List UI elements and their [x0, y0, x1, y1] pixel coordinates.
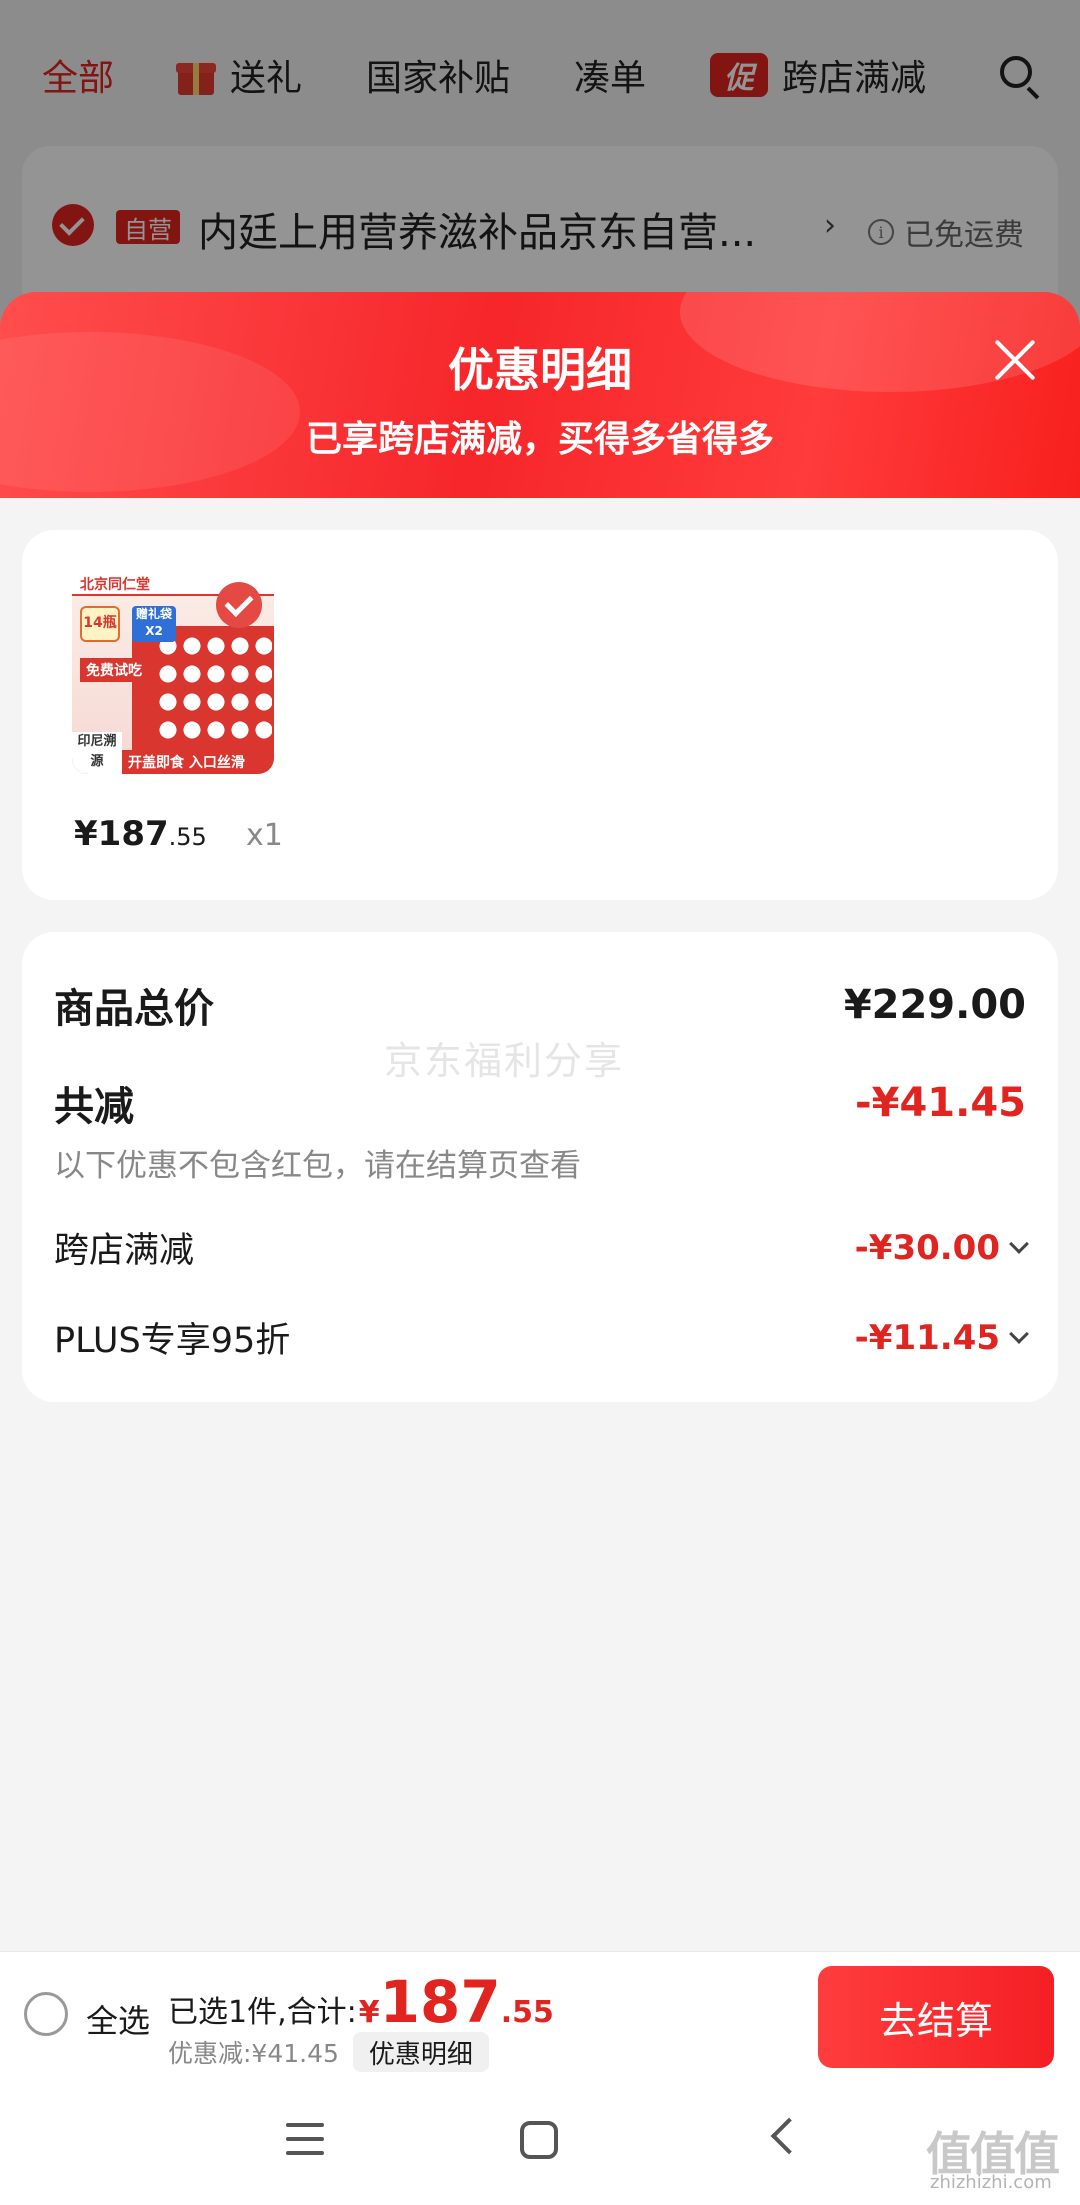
sheet-header: 优惠明细 已享跨店满减，买得多省得多 [0, 292, 1080, 498]
sheet-subtitle: 已享跨店满减，买得多省得多 [305, 419, 774, 460]
total-price-row: 商品总价 ¥229.00 [54, 976, 1026, 1034]
thumb-count-badge: 14瓶 [80, 606, 120, 642]
select-all-radio[interactable] [24, 1992, 68, 2036]
product-price: ¥187.55 [74, 814, 207, 854]
cart-total-int: 187 [379, 1968, 501, 2036]
product-thumbnail[interactable]: 北京同仁堂 14瓶 赠礼袋X2 免费试吃 开盖即食 入口丝滑 印尼溯源 [72, 572, 274, 774]
sheet-title: 优惠明细 [448, 343, 632, 397]
cart-total-currency: ¥ [358, 1995, 380, 2030]
chevron-down-icon [1009, 1233, 1029, 1254]
cart-discount-line: 优惠减:¥41.45 优惠明细 [168, 2032, 489, 2072]
total-price-value: ¥229.00 [843, 982, 1026, 1028]
thumb-bottom-text: 开盖即食 入口丝滑 [128, 755, 245, 771]
product-price-int: ¥187 [74, 814, 169, 854]
discount-item-label: PLUS专享95折 [54, 1321, 291, 1361]
site-watermark-url: zhizhizhi.com [930, 2172, 1052, 2193]
thumb-origin: 印尼溯源 [72, 732, 122, 774]
cart-discount-text: 优惠减:¥41.45 [168, 2039, 339, 2068]
redpacket-hint: 以下优惠不包含红包，请在结算页查看 [54, 1148, 581, 1184]
discount-item-value-wrap: -¥11.45 [854, 1317, 1029, 1358]
total-reduce-value: -¥41.45 [855, 1080, 1026, 1126]
close-icon[interactable] [990, 336, 1038, 384]
total-price-label: 商品总价 [54, 986, 214, 1032]
menu-icon[interactable] [286, 2123, 324, 2155]
thumb-gift-badge: 赠礼袋X2 [132, 606, 176, 642]
overlay-dim[interactable] [0, 0, 1080, 330]
system-nav-bar [0, 2081, 1080, 2205]
product-quantity: x1 [246, 818, 283, 853]
back-icon[interactable] [770, 2117, 808, 2155]
total-reduce-label: 共减 [54, 1084, 134, 1130]
discount-item-value: -¥30.00 [854, 1227, 1000, 1268]
product-price-dec: .55 [168, 823, 207, 851]
select-all-label[interactable]: 全选 [86, 1996, 150, 2042]
discount-item-label: 跨店满减 [54, 1231, 195, 1271]
thumb-brand: 北京同仁堂 [80, 577, 150, 593]
cart-total-label: 已选1件,合计: [168, 1995, 357, 2030]
discount-item-row[interactable]: 跨店满减 -¥30.00 [54, 1222, 1029, 1273]
chevron-down-icon [1009, 1323, 1029, 1344]
cart-bottom-bar: 全选 已选1件,合计: ¥ 187 .55 优惠减:¥41.45 优惠明细 去结… [0, 1951, 1080, 2081]
discount-detail-button[interactable]: 优惠明细 [352, 2032, 489, 2072]
discount-item-value-wrap: -¥30.00 [854, 1227, 1029, 1268]
thumb-free-trial: 免费试吃 [80, 658, 148, 682]
cart-total-dec: .55 [500, 1995, 554, 2030]
checkout-button[interactable]: 去结算 [818, 1966, 1054, 2068]
cart-total: 已选1件,合计: ¥ 187 .55 [168, 1968, 554, 2036]
check-icon [216, 582, 262, 628]
discount-item-value: -¥11.45 [854, 1317, 1000, 1358]
total-reduce-row: 共减 -¥41.45 [54, 1074, 1026, 1132]
discount-item-row[interactable]: PLUS专享95折 -¥11.45 [54, 1312, 1029, 1363]
home-icon[interactable] [520, 2121, 558, 2159]
